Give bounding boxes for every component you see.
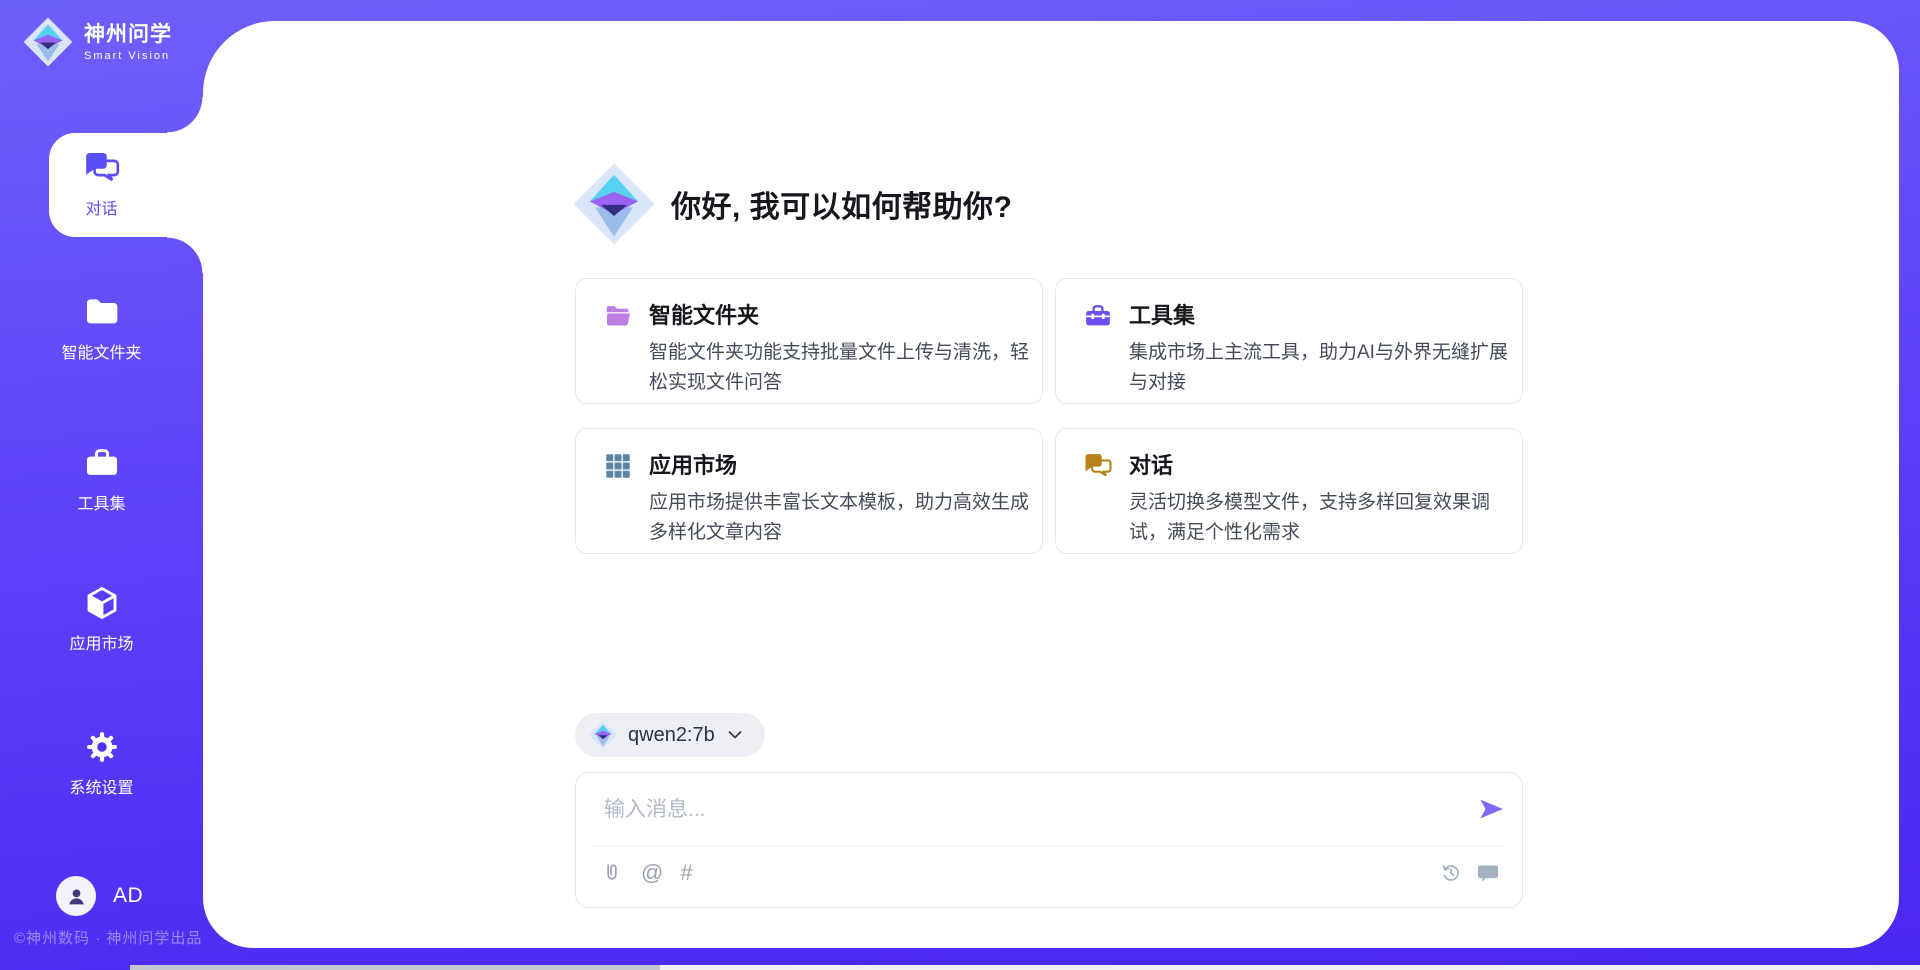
chat-bubbles-icon [83,149,121,187]
model-logo-diamond-icon [588,720,618,750]
folder-icon [83,293,121,331]
sidebar-item-tools[interactable]: 工具集 [0,444,203,514]
pill-fillet-bottom [167,237,203,273]
card-description: 应用市场提供丰富长文本模板，助力高效生成多样化文章内容 [649,488,1034,548]
greeting-title: 你好, 我可以如何帮助你? [671,182,1013,226]
copyright-text: ©神州数码 · 神州问学出品 [14,927,202,948]
sidebar-item-label: 系统设置 [69,774,133,798]
greeting: 你好, 我可以如何帮助你? [571,161,1013,247]
hash-icon[interactable]: # [680,860,692,886]
horizontal-scrollbar-track [130,965,1920,970]
card-app-market[interactable]: 应用市场 应用市场提供丰富长文本模板，助力高效生成多样化文章内容 [575,428,1043,554]
chat-bubbles-icon [1083,451,1113,481]
history-icon[interactable] [1439,861,1463,885]
avatar [56,876,96,916]
card-description: 灵活切换多模型文件，支持多样回复效果调试，满足个性化需求 [1129,488,1514,548]
model-name: qwen2:7b [628,724,715,747]
pill-fillet-top [167,97,203,133]
horizontal-scrollbar-thumb[interactable] [130,965,660,970]
brand-name: 神州问学 [84,23,172,47]
sidebar-item-folders[interactable]: 智能文件夹 [0,293,203,363]
sidebar-item-label: 工具集 [77,490,125,514]
sidebar-item-label: 对话 [85,195,117,219]
composer-right-tools [1439,861,1500,885]
card-title: 应用市场 [649,448,1034,480]
send-icon[interactable] [1476,794,1506,824]
sidebar-item-label: 应用市场 [69,630,133,654]
card-toolset[interactable]: 工具集 集成市场上主流工具，助力AI与外界无缝扩展与对接 [1055,278,1523,404]
sidebar-item-label: 智能文件夹 [61,339,141,363]
sidebar-item-settings[interactable]: 系统设置 [0,728,203,798]
brand: 神州问学 Smart Vision [22,16,172,68]
at-icon[interactable]: @ [641,860,663,886]
feature-cards: 智能文件夹 智能文件夹功能支持批量文件上传与清洗，轻松实现文件问答 工具集 集成… [575,278,1523,554]
comment-icon[interactable] [1476,861,1500,885]
folder-icon [603,301,633,331]
paperclip-icon[interactable] [600,861,624,885]
card-description: 智能文件夹功能支持批量文件上传与清洗，轻松实现文件问答 [649,338,1034,398]
cube-icon [83,584,121,622]
toolbox-icon [83,444,121,482]
brand-subtitle: Smart Vision [84,50,172,62]
chevron-down-icon [725,725,745,745]
greeting-logo-diamond-icon [571,161,657,247]
card-chat[interactable]: 对话 灵活切换多模型文件，支持多样回复效果调试，满足个性化需求 [1055,428,1523,554]
gear-icon [83,728,121,766]
card-title: 对话 [1129,448,1514,480]
message-composer: @ # [575,772,1523,908]
user-profile[interactable]: AD [56,876,143,916]
message-input[interactable] [602,789,1446,831]
card-description: 集成市场上主流工具，助力AI与外界无缝扩展与对接 [1129,338,1514,398]
brand-logo-diamond-icon [22,16,74,68]
composer-left-tools: @ # [600,860,693,886]
card-title: 智能文件夹 [649,298,1034,330]
model-selector[interactable]: qwen2:7b [575,713,765,757]
person-icon [64,884,89,909]
composer-divider [594,845,1504,846]
sidebar-item-chat[interactable]: 对话 [0,149,203,219]
card-title: 工具集 [1129,298,1514,330]
grid-cube-icon [603,451,633,481]
sidebar-item-market[interactable]: 应用市场 [0,584,203,654]
toolbox-icon [1083,301,1113,331]
user-name: AD [113,884,143,908]
card-smart-folders[interactable]: 智能文件夹 智能文件夹功能支持批量文件上传与清洗，轻松实现文件问答 [575,278,1043,404]
